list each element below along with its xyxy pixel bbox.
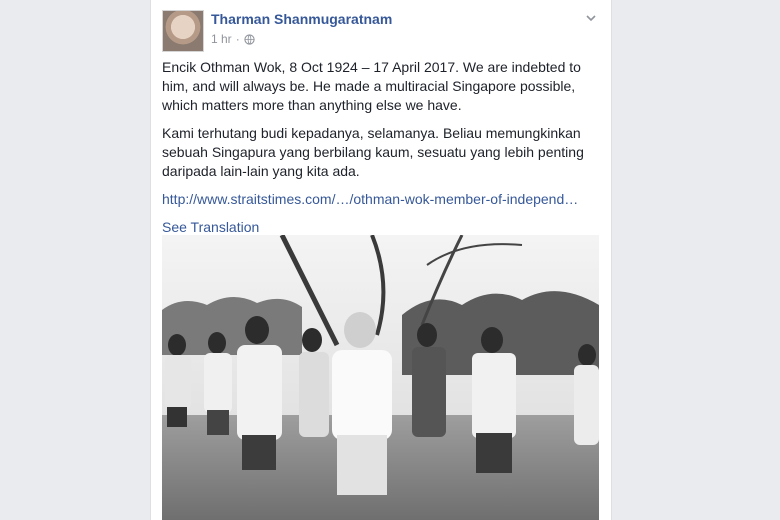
facebook-post: Tharman Shanmugaratnam 1 hr · Encik Othm… [150, 0, 612, 520]
post-meta: 1 hr · [211, 32, 255, 46]
black-and-white-running-photo [162, 235, 599, 520]
chevron-down-icon[interactable] [585, 12, 597, 24]
author-avatar[interactable] [162, 10, 204, 52]
globe-icon[interactable] [244, 33, 255, 45]
see-translation-link[interactable]: See Translation [162, 219, 259, 235]
article-link[interactable]: http://www.straitstimes.com/…/othman-wok… [162, 190, 592, 209]
post-timestamp[interactable]: 1 hr [211, 32, 232, 46]
post-photo[interactable] [162, 235, 599, 520]
meta-separator: · [235, 32, 240, 46]
post-text: Encik Othman Wok, 8 Oct 1924 – 17 April … [162, 58, 592, 237]
post-paragraph-english: Encik Othman Wok, 8 Oct 1924 – 17 April … [162, 59, 581, 113]
author-name[interactable]: Tharman Shanmugaratnam [211, 11, 392, 27]
post-paragraph-malay: Kami terhutang budi kepadanya, selamanya… [162, 125, 584, 179]
